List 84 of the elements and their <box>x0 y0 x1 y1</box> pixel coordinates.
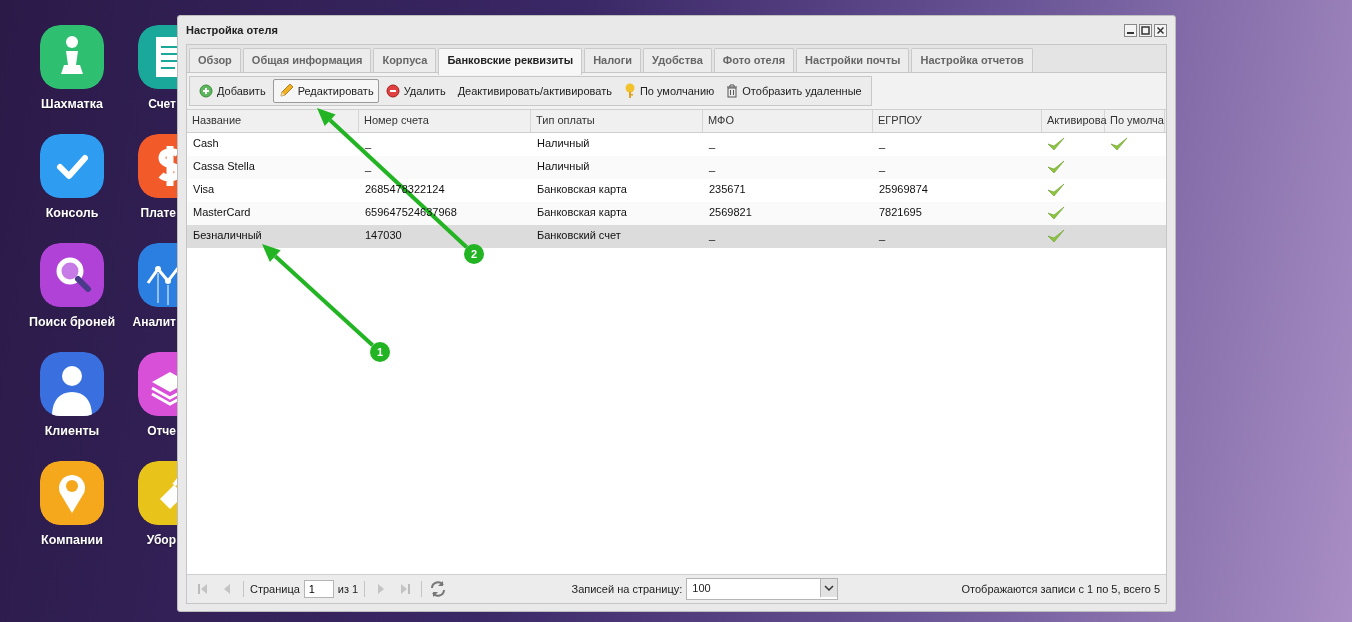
pencil-icon <box>277 83 294 99</box>
callout-badge: 2 <box>464 244 484 264</box>
app-tile-icon[interactable] <box>40 461 104 525</box>
table-cell-text: Банковская карта <box>536 182 628 197</box>
table-cell-text: MasterCard <box>192 205 252 220</box>
app-tile-icon[interactable] <box>40 25 104 89</box>
table-cell-text: _ <box>708 159 717 174</box>
column-header[interactable]: Номер счета <box>359 110 531 132</box>
table-cell-text: 2569821 <box>708 205 753 220</box>
app-tile-icon[interactable] <box>40 243 104 307</box>
toolbar-button[interactable]: Удалить <box>380 80 451 102</box>
app-label[interactable]: Аналит <box>124 315 176 329</box>
app-tile-icon[interactable] <box>138 25 177 89</box>
tab[interactable]: Настройки почты <box>796 48 910 72</box>
toolbar-button[interactable]: Деактивировать/активировать <box>452 81 617 101</box>
page-label: Страница <box>250 583 300 595</box>
maximize-icon[interactable] <box>1139 23 1152 37</box>
table-cell-text: _ <box>878 159 887 174</box>
tab[interactable]: Настройка отчетов <box>911 48 1033 72</box>
minimize-icon[interactable] <box>1124 23 1137 37</box>
app-tile-icon[interactable] <box>40 134 104 198</box>
toolbar-button[interactable]: По умолчанию <box>618 79 720 103</box>
column-header[interactable]: Активирова <box>1042 110 1105 132</box>
table-cell-text: _ <box>878 228 887 243</box>
app-label[interactable]: Отче <box>124 424 176 438</box>
app-tile-icon[interactable] <box>138 352 177 416</box>
page-size-label: Записей на страницу: <box>571 583 683 595</box>
window-title: Настройка отеля <box>186 24 278 36</box>
app-label[interactable]: Плате <box>124 206 176 220</box>
callout-badge: 1 <box>370 342 390 362</box>
table-row[interactable]: Cassa Stella _ Наличный _ _ <box>187 156 1166 179</box>
table-cell-text: Банковский счет <box>536 228 622 243</box>
column-header[interactable]: ЕГРПОУ <box>873 110 1042 132</box>
tab[interactable]: Корпуса <box>373 48 437 72</box>
table-cell-text: _ <box>364 159 373 174</box>
app-tile-icon[interactable] <box>138 134 177 198</box>
table-cell-text: Банковская карта <box>536 205 628 220</box>
app-tile-icon[interactable] <box>40 352 104 416</box>
app-label[interactable]: Консоль <box>45 206 99 220</box>
table-cell-text: Cash <box>192 136 220 151</box>
table-cell-text: 235671 <box>708 182 747 197</box>
table-cell-text: Наличный <box>536 136 591 151</box>
app-label[interactable]: Шахматка <box>41 97 103 111</box>
page-count: из 1 <box>337 583 359 595</box>
tab[interactable]: Налоги <box>584 48 642 72</box>
app-label[interactable]: Поиск броней <box>28 315 116 329</box>
dropdown-icon[interactable] <box>820 579 838 597</box>
app-tile-icon[interactable] <box>138 243 177 307</box>
table-cell-text: Безналичный <box>192 228 263 243</box>
close-icon[interactable] <box>1154 23 1167 37</box>
toolbar-button[interactable]: Добавить <box>194 80 271 102</box>
tab[interactable]: Обзор <box>189 48 241 72</box>
page-field[interactable]: 1 <box>303 580 334 598</box>
table-row[interactable]: Cash _ Наличный _ _ <box>187 133 1166 156</box>
app-label[interactable]: Клиенты <box>44 424 100 438</box>
toolbar-button[interactable]: Редактировать <box>272 79 379 103</box>
add-icon <box>199 84 213 98</box>
table-cell-text: _ <box>878 136 887 151</box>
tab[interactable]: Общая информация <box>242 48 372 72</box>
page-size-dropdown[interactable]: 100 <box>686 578 839 600</box>
table-cell-text: Наличный <box>536 159 591 174</box>
key-icon <box>623 83 636 99</box>
table-cell-text: Cassa Stella <box>192 159 256 174</box>
toolbar-button[interactable]: Отобразить удаленные <box>721 80 867 102</box>
column-header[interactable]: Тип оплаты <box>531 110 703 132</box>
delete-icon <box>385 84 400 98</box>
tab[interactable]: Банковские реквизиты <box>438 48 583 75</box>
table-cell-text: 147030 <box>364 228 403 243</box>
app-tile-icon[interactable] <box>138 461 177 525</box>
records-status: Отображаются записи с 1 по 5, всего 5 <box>961 583 1160 595</box>
tab[interactable]: Фото отеля <box>713 48 795 72</box>
table-cell-text: 7821695 <box>878 205 923 220</box>
table-cell-text: _ <box>708 136 717 151</box>
tab[interactable]: Удобства <box>643 48 712 72</box>
app-label[interactable]: Счет <box>124 97 176 111</box>
app-label[interactable]: Компании <box>41 533 103 547</box>
table-cell-text: Visa <box>192 182 216 197</box>
trash-icon <box>726 84 739 98</box>
column-header[interactable]: МФО <box>703 110 873 132</box>
table-cell-text: _ <box>364 136 373 151</box>
table-row[interactable]: Безналичный 147030 Банковский счет _ _ <box>187 225 1166 248</box>
app-label[interactable]: Убор <box>124 533 176 547</box>
table-cell-text: 25969874 <box>878 182 929 197</box>
table-cell-text: _ <box>708 228 717 243</box>
